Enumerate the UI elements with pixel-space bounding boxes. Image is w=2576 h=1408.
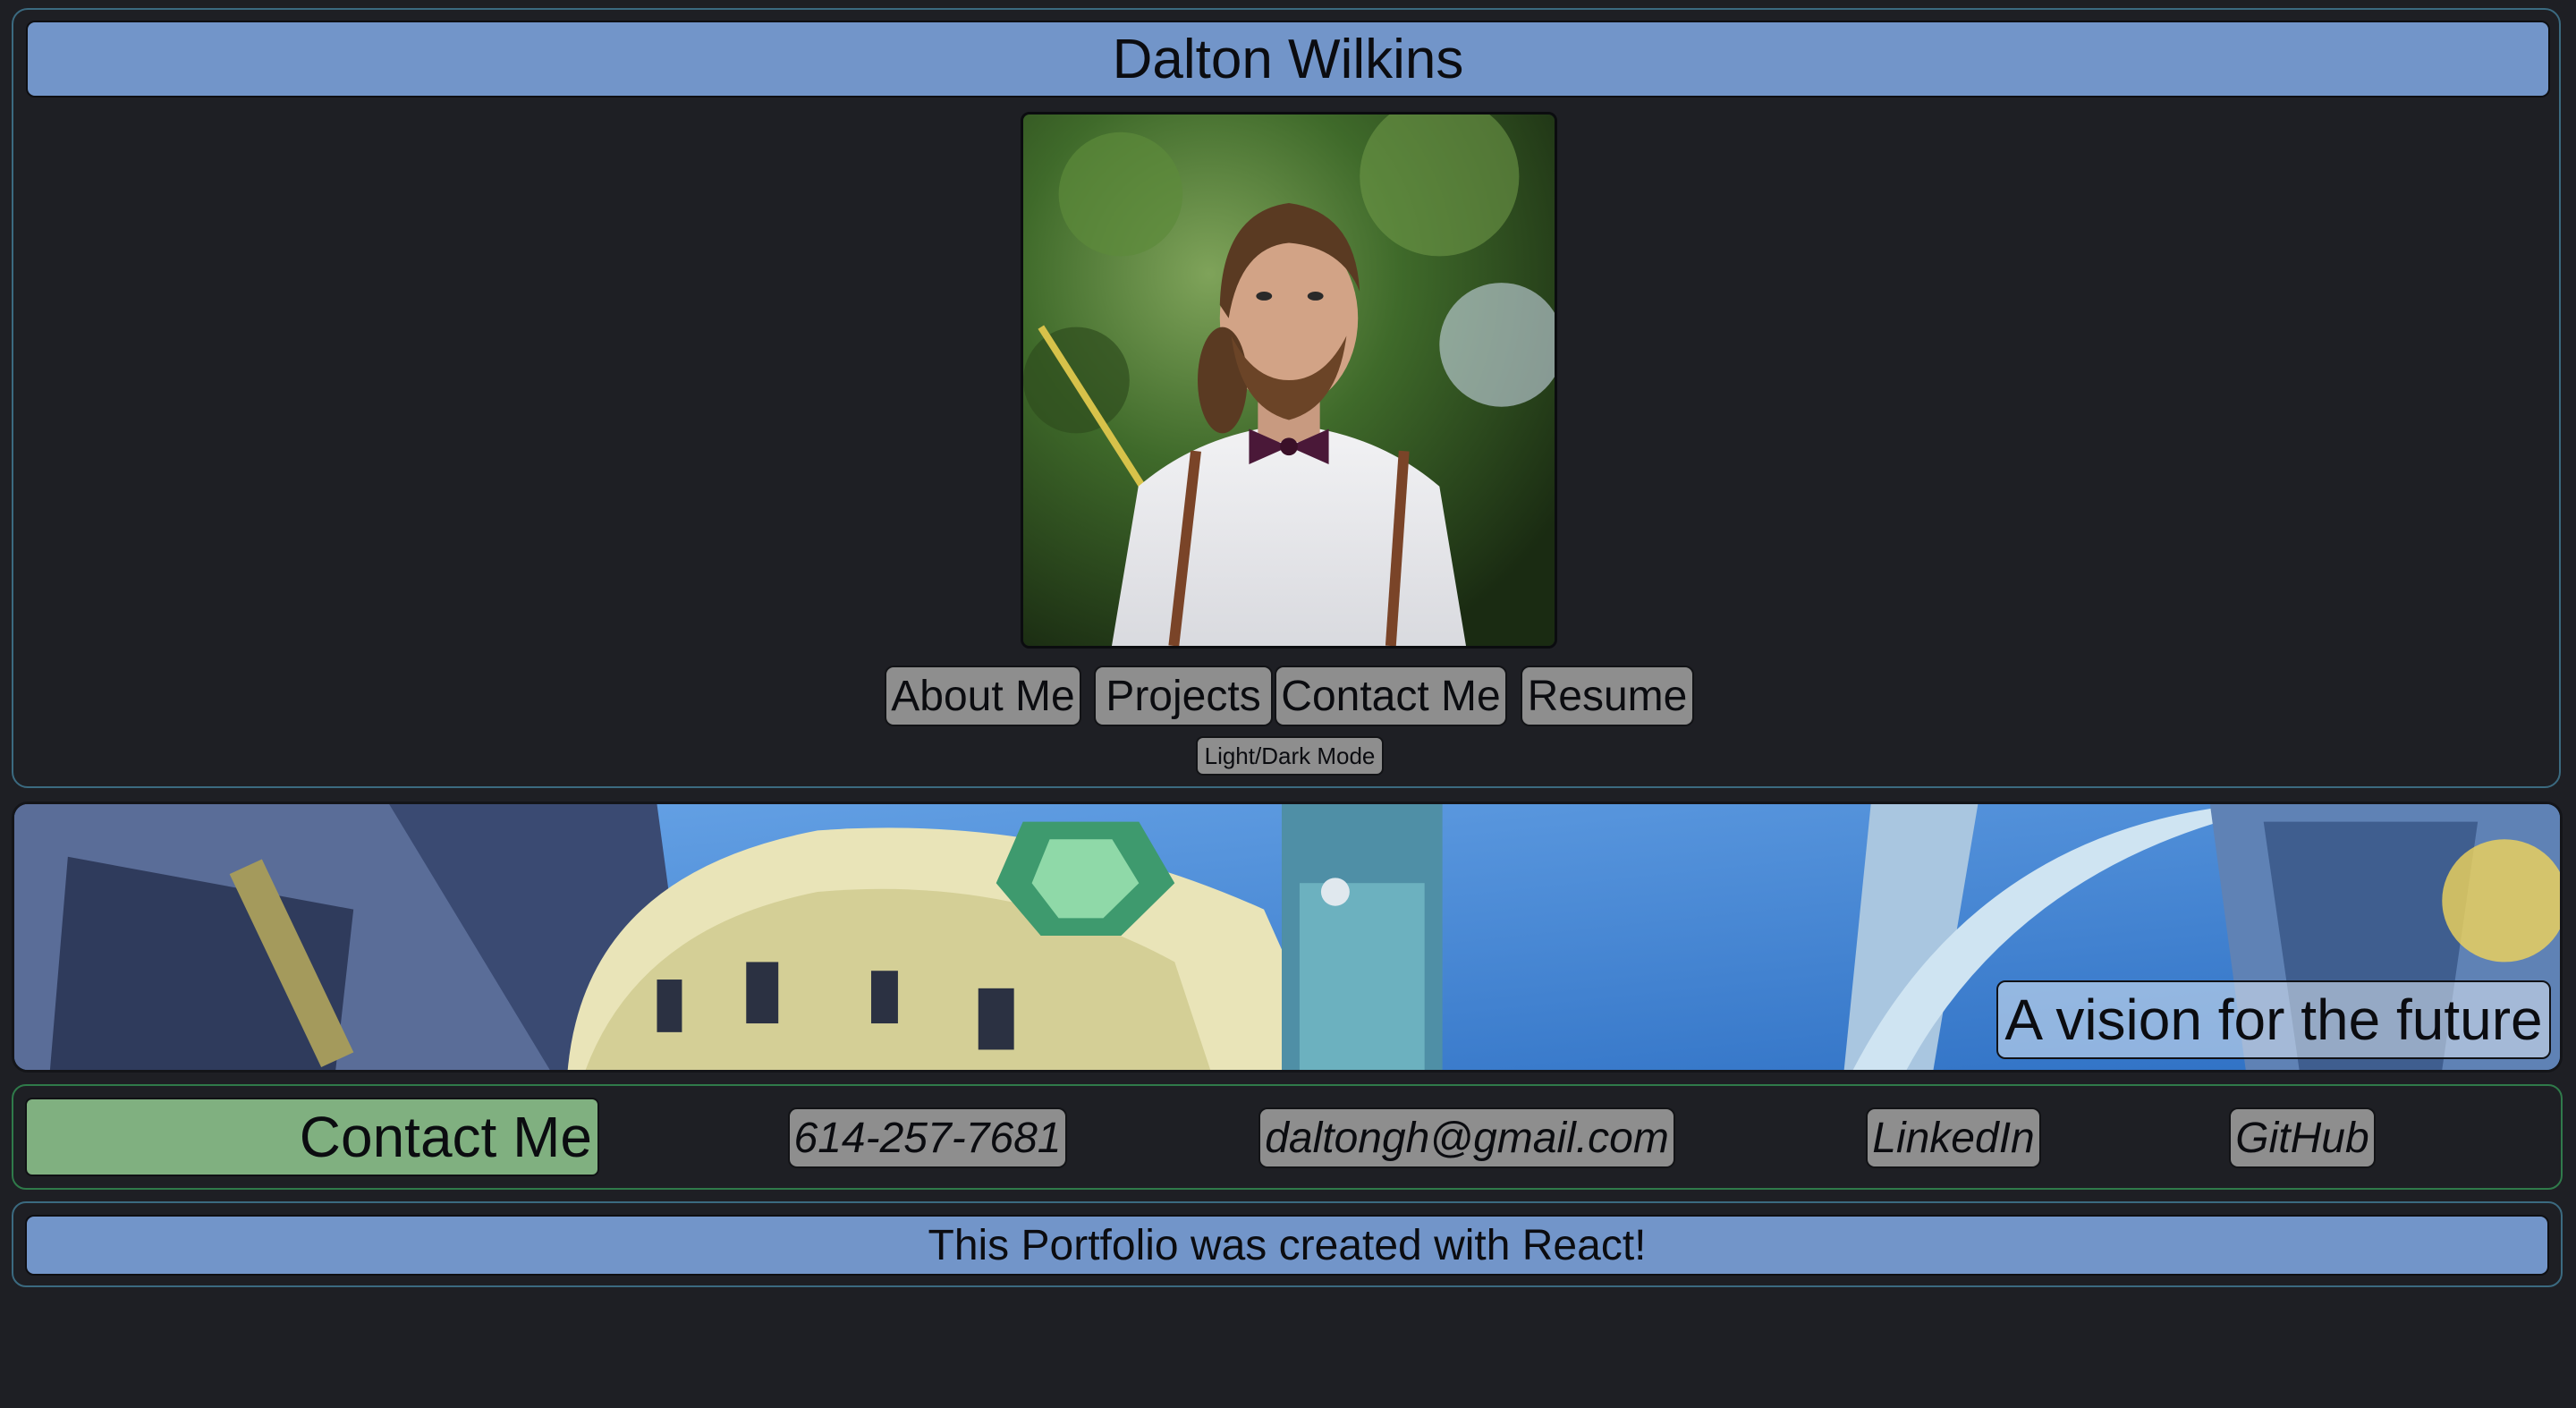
github-link[interactable]: GitHub [2229,1107,2376,1168]
banner-caption: A vision for the future [1996,980,2551,1059]
hero-banner: A vision for the future [12,802,2563,1073]
title-bar: Dalton Wilkins [26,21,2550,98]
profile-photo-image [1023,115,1555,646]
footer-section: This Portfolio was created with React! [12,1201,2563,1287]
nav-about-me-button[interactable]: About Me [885,666,1081,726]
linkedin-link[interactable]: LinkedIn [1866,1107,2041,1168]
portfolio-page: Dalton Wilkins About Me Projects Contact… [0,0,2576,1408]
light-dark-mode-toggle[interactable]: Light/Dark Mode [1196,736,1384,776]
phone-link[interactable]: 614-257-7681 [788,1107,1067,1168]
contact-section: Contact Me 614-257-7681 daltongh@gmail.c… [12,1084,2563,1190]
nav-contact-me-button[interactable]: Contact Me [1275,666,1507,726]
nav-projects-button[interactable]: Projects [1094,666,1273,726]
page-title: Dalton Wilkins [1112,28,1464,90]
footer-text: This Portfolio was created with React! [25,1215,2549,1276]
nav-bar: About Me Projects Contact Me Resume [13,666,2559,726]
nav-resume-button[interactable]: Resume [1521,666,1694,726]
email-link[interactable]: daltongh@gmail.com [1258,1107,1675,1168]
header-section: Dalton Wilkins About Me Projects Contact… [12,8,2561,788]
contact-heading: Contact Me [25,1098,599,1176]
profile-photo [1021,112,1557,649]
